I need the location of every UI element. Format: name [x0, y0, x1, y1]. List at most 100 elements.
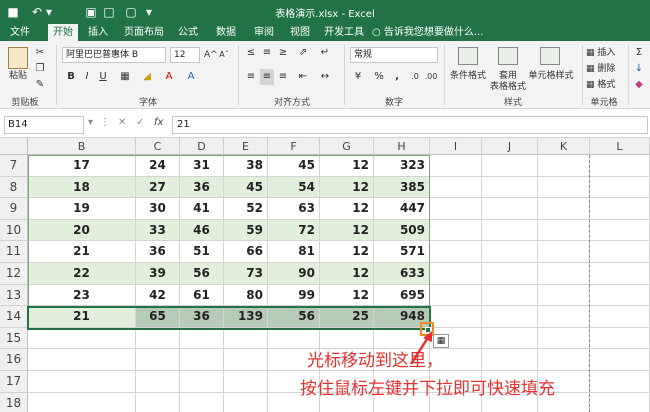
cell-l13[interactable] [590, 284, 650, 307]
row-header-13[interactable]: 13 [0, 284, 28, 307]
cell-f12[interactable]: 90 [268, 263, 320, 285]
cell-g12[interactable]: 12 [320, 263, 374, 285]
cell-f13[interactable]: 99 [268, 284, 320, 307]
cell-j7[interactable] [482, 155, 538, 177]
cell-h11[interactable]: 571 [374, 241, 430, 263]
cell-l7[interactable] [590, 155, 650, 177]
orientation-icon[interactable]: ⇗ [296, 45, 310, 61]
cell-d13[interactable]: 61 [180, 284, 224, 307]
tab-home[interactable]: 开始 [48, 24, 78, 41]
cell-e18[interactable] [224, 392, 268, 412]
column-header-c[interactable]: C [136, 138, 180, 155]
cell-b13[interactable]: 23 [28, 284, 136, 307]
column-header-h[interactable]: H [374, 138, 430, 155]
cell-k9[interactable] [538, 198, 590, 220]
select-all-corner[interactable] [0, 138, 28, 155]
cell-c16[interactable] [136, 349, 180, 371]
cell-d14[interactable]: 36 [180, 306, 224, 328]
merge-center-icon[interactable]: ↔ [318, 69, 332, 85]
cell-c9[interactable]: 30 [136, 198, 180, 220]
cell-b16[interactable] [28, 349, 136, 371]
cell-e7[interactable]: 38 [224, 155, 268, 177]
column-header-k[interactable]: K [538, 138, 590, 155]
number-format-select[interactable]: 常规 [350, 47, 438, 63]
format-painter-icon[interactable]: ✎ [34, 77, 46, 93]
font-size-select[interactable]: 12 [170, 47, 200, 63]
cell-c14[interactable]: 65 [136, 306, 180, 328]
cell-i10[interactable] [430, 219, 482, 242]
underline-button[interactable]: U [96, 69, 110, 85]
increase-decimal-icon[interactable]: .0 [408, 69, 422, 85]
cell-l11[interactable] [590, 241, 650, 263]
format-cells-button[interactable]: ▦ 格式 [586, 77, 626, 93]
clear-icon[interactable]: ◆ [632, 77, 646, 93]
cell-e9[interactable]: 52 [224, 198, 268, 220]
conditional-format-icon[interactable] [458, 47, 478, 65]
tab-file[interactable]: 文件 [8, 24, 32, 41]
cell-h13[interactable]: 695 [374, 284, 430, 307]
cell-i13[interactable] [430, 284, 482, 307]
cell-g9[interactable]: 12 [320, 198, 374, 220]
cell-l17[interactable] [590, 371, 650, 393]
cell-e11[interactable]: 66 [224, 241, 268, 263]
cell-i14[interactable] [430, 306, 482, 328]
tab-review[interactable]: 审阅 [252, 24, 276, 41]
cell-b18[interactable] [28, 392, 136, 412]
cell-l12[interactable] [590, 263, 650, 285]
cell-d16[interactable] [180, 349, 224, 371]
grow-font-icon[interactable]: A^ [204, 47, 218, 63]
cell-c18[interactable] [136, 392, 180, 412]
bold-button[interactable]: B [64, 69, 78, 85]
cell-c17[interactable] [136, 371, 180, 393]
column-header-g[interactable]: G [320, 138, 374, 155]
cell-h9[interactable]: 447 [374, 198, 430, 220]
cell-f11[interactable]: 81 [268, 241, 320, 263]
cell-k11[interactable] [538, 241, 590, 263]
cell-i8[interactable] [430, 176, 482, 199]
row-header-16[interactable]: 16 [0, 349, 28, 371]
italic-button[interactable]: I [80, 69, 94, 85]
cell-e17[interactable] [224, 371, 268, 393]
tab-formulas[interactable]: 公式 [176, 24, 200, 41]
align-center-icon[interactable]: ≡ [260, 69, 274, 85]
cell-l9[interactable] [590, 198, 650, 220]
delete-cells-button[interactable]: ▦ 删除 [586, 61, 626, 77]
cell-j9[interactable] [482, 198, 538, 220]
cell-d9[interactable]: 41 [180, 198, 224, 220]
cell-d12[interactable]: 56 [180, 263, 224, 285]
format-as-table-icon[interactable] [498, 47, 518, 65]
cell-h10[interactable]: 509 [374, 219, 430, 242]
cell-l15[interactable] [590, 327, 650, 350]
cell-h12[interactable]: 633 [374, 263, 430, 285]
cell-l14[interactable] [590, 306, 650, 328]
cell-i9[interactable] [430, 198, 482, 220]
cell-l16[interactable] [590, 349, 650, 371]
comma-button[interactable]: , [390, 69, 404, 85]
align-left-icon[interactable]: ≡ [244, 69, 258, 85]
cell-b17[interactable] [28, 371, 136, 393]
cell-f10[interactable]: 72 [268, 219, 320, 242]
copy-icon[interactable]: ❐ [34, 61, 46, 77]
wrap-text-icon[interactable]: ↵ [318, 45, 332, 61]
cell-e16[interactable] [224, 349, 268, 371]
cell-b15[interactable] [28, 327, 136, 350]
cell-c12[interactable]: 39 [136, 263, 180, 285]
row-header-10[interactable]: 10 [0, 219, 28, 242]
cut-icon[interactable]: ✂ [34, 45, 46, 61]
row-header-15[interactable]: 15 [0, 327, 28, 350]
shrink-font-icon[interactable]: Aˇ [218, 47, 230, 63]
percent-button[interactable]: % [372, 69, 386, 85]
paste-icon[interactable] [8, 47, 28, 69]
tab-view[interactable]: 视图 [288, 24, 312, 41]
cell-k14[interactable] [538, 306, 590, 328]
align-right-icon[interactable]: ≡ [276, 69, 290, 85]
cell-f14[interactable]: 56 [268, 306, 320, 328]
cell-b11[interactable]: 21 [28, 241, 136, 263]
cell-e10[interactable]: 59 [224, 219, 268, 242]
tab-insert[interactable]: 插入 [86, 24, 110, 41]
cell-e12[interactable]: 73 [224, 263, 268, 285]
cell-k15[interactable] [538, 327, 590, 350]
cell-d8[interactable]: 36 [180, 176, 224, 199]
cell-c15[interactable] [136, 327, 180, 350]
tab-data[interactable]: 数据 [214, 24, 238, 41]
